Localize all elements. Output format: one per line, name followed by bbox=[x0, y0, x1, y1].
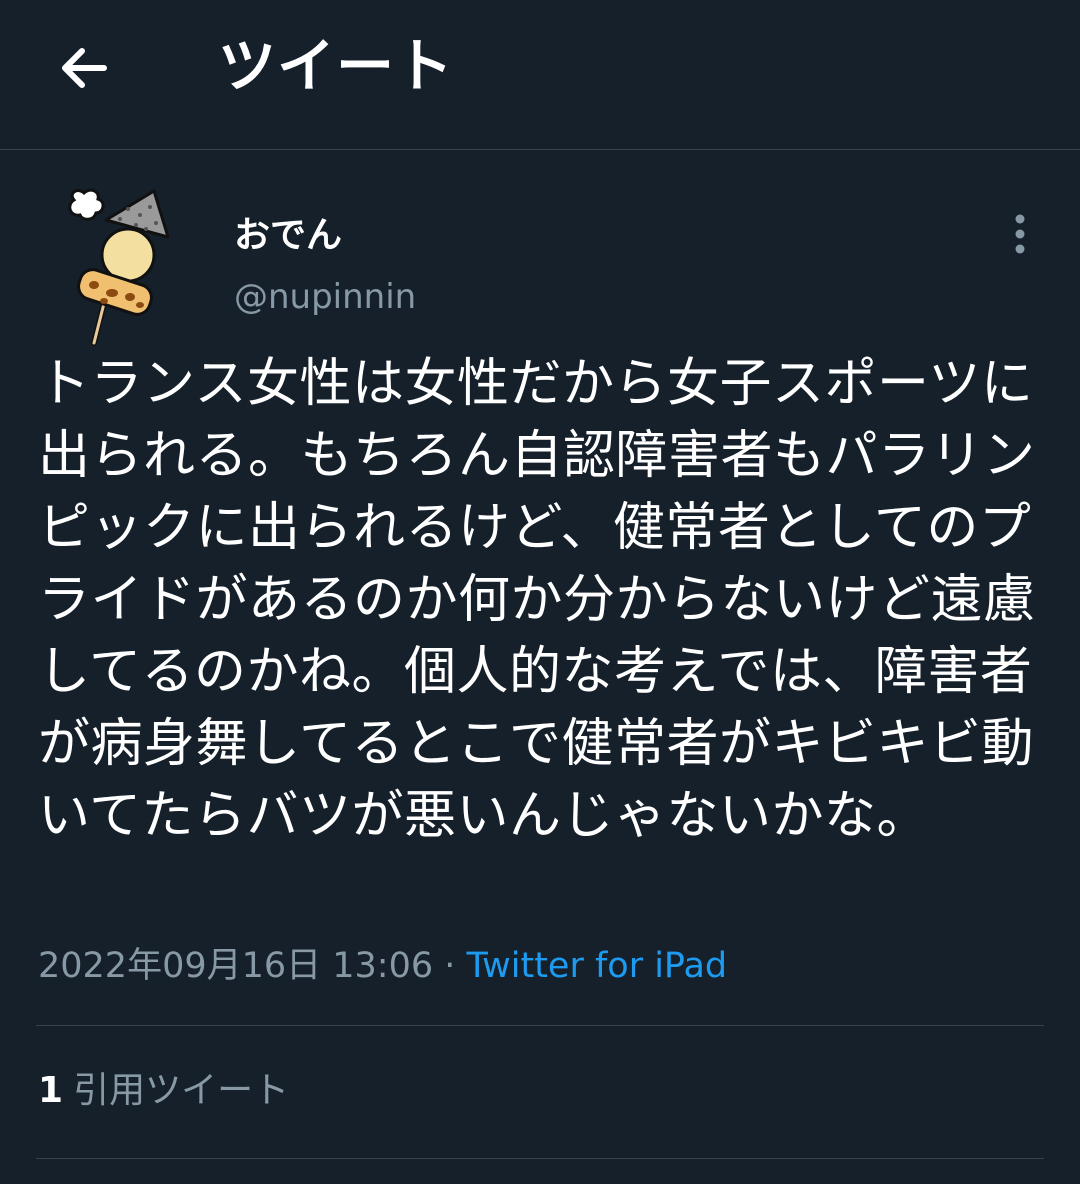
meta-separator: · bbox=[433, 946, 467, 986]
top-bar: ツイート bbox=[0, 0, 1080, 150]
quote-label: 引用ツイート bbox=[73, 1070, 290, 1111]
arrow-left-icon bbox=[62, 48, 107, 88]
more-vertical-icon bbox=[1015, 214, 1025, 254]
author-display-name[interactable]: おでん bbox=[234, 212, 342, 260]
tweet-text: トランス女性は女性だから女子スポーツに出られる。もちろん自認障害者もパラリンピッ… bbox=[38, 354, 1036, 846]
divider bbox=[36, 1158, 1044, 1159]
divider bbox=[36, 1025, 1044, 1026]
quote-count: 1 bbox=[38, 1070, 64, 1111]
oden-skewer-avatar-icon bbox=[68, 188, 170, 346]
tweet-source-link[interactable]: Twitter for iPad bbox=[467, 946, 728, 986]
avatar[interactable] bbox=[58, 185, 178, 350]
more-options-button[interactable] bbox=[996, 210, 1044, 258]
back-button[interactable] bbox=[42, 26, 126, 110]
quote-tweets-stat[interactable]: 1 引用ツイート bbox=[38, 1066, 289, 1116]
author-handle[interactable]: @nupinnin bbox=[234, 275, 416, 319]
page-title: ツイート bbox=[218, 32, 455, 100]
tweet-timestamp[interactable]: 2022年09月16日 13:06 bbox=[38, 946, 433, 986]
tweet-meta: 2022年09月16日 13:06 · Twitter for iPad bbox=[38, 942, 727, 990]
tweet-detail-screen: ツイート おでん @nupinnin トランス女性は女性だから女子スポーツに出ら… bbox=[0, 0, 1080, 1184]
